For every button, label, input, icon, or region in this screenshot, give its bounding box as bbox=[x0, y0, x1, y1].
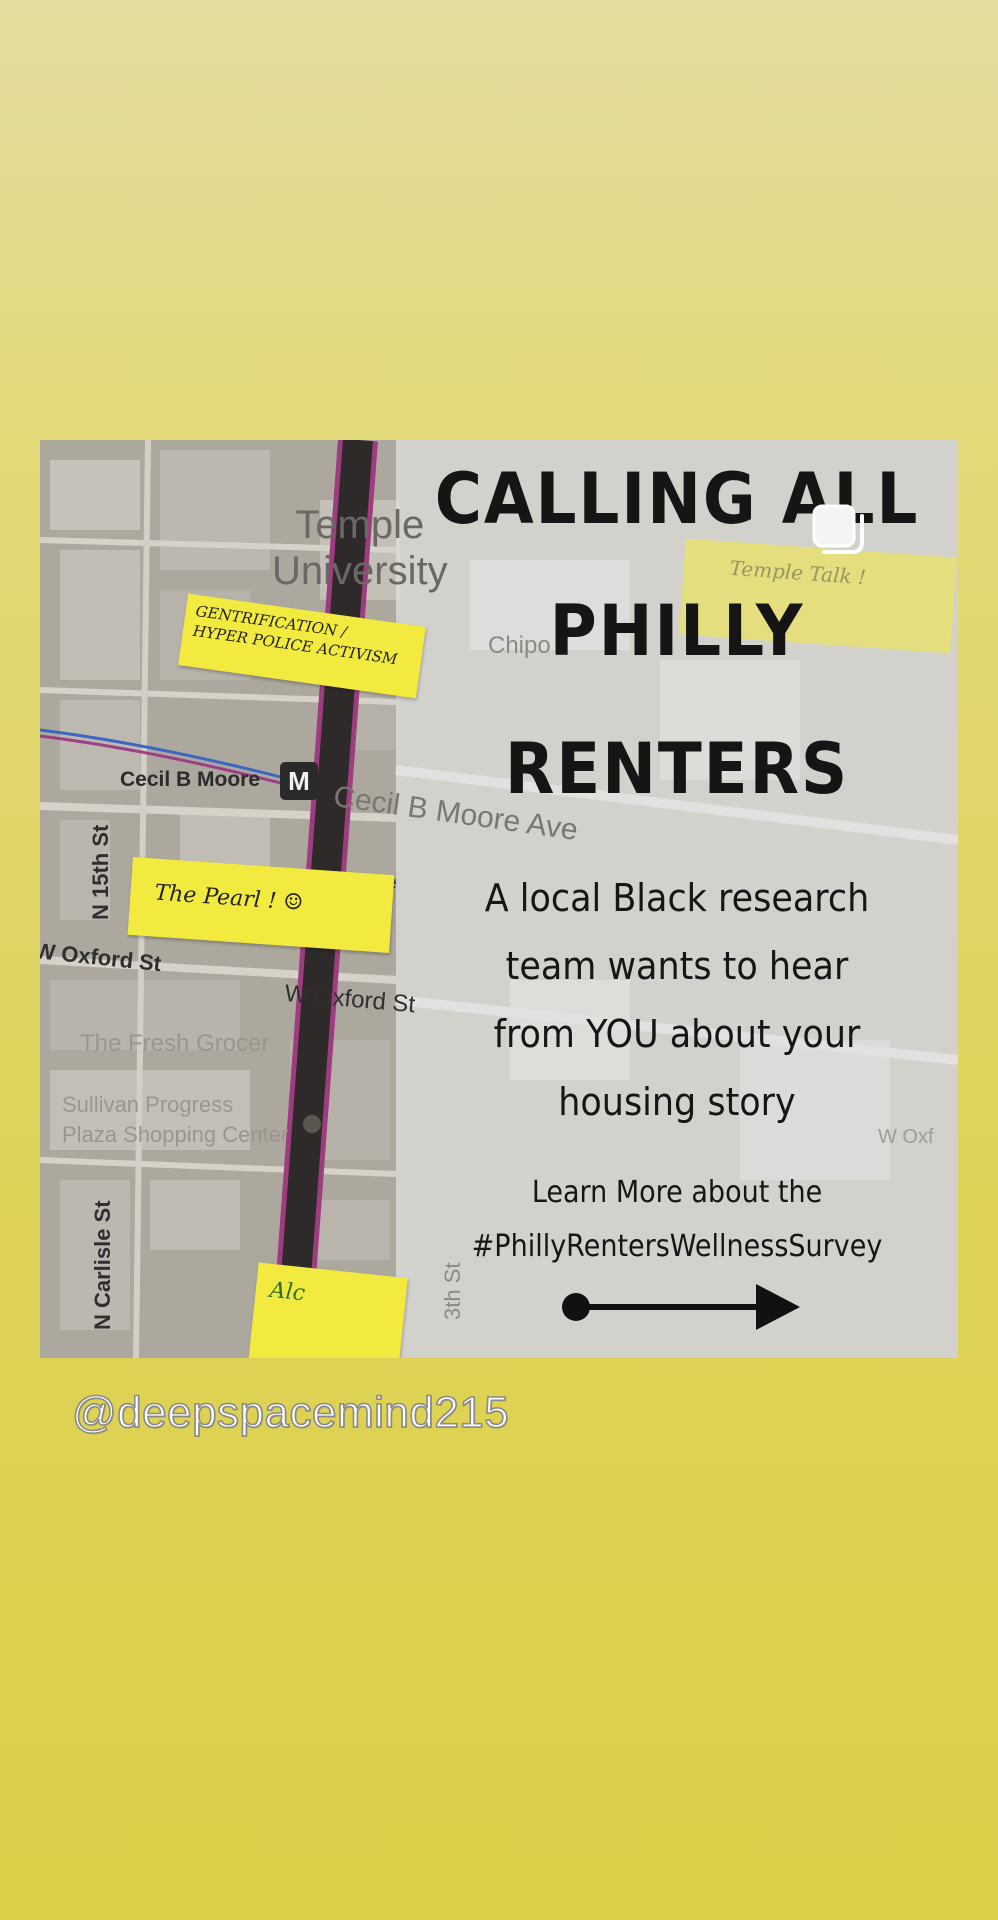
right-arrow-icon bbox=[562, 1284, 800, 1330]
post-card: Temple University Chipo Cecil B Moore M … bbox=[40, 440, 958, 1358]
body-line-1: A local Black research bbox=[484, 876, 870, 920]
sticker-icon[interactable] bbox=[810, 502, 866, 558]
map-label-fresh-grocer: The Fresh Grocer bbox=[80, 1030, 270, 1057]
survey-hashtag[interactable]: #PhillyRentersWellnessSurvey bbox=[424, 1220, 930, 1274]
mention-sticker-handle[interactable]: @deepspacemind215 bbox=[71, 1387, 509, 1438]
headline-line-2: PHILLY bbox=[549, 590, 805, 672]
body-copy: A local Black research team wants to hea… bbox=[418, 864, 935, 1136]
sticky-note-alc: Alc bbox=[246, 1262, 408, 1358]
story-frame: Temple University Chipo Cecil B Moore M … bbox=[0, 0, 998, 1920]
map-label-n-15th-st: N 15th St bbox=[88, 824, 113, 920]
metro-icon: M bbox=[280, 762, 318, 800]
map-label-sullivan-progress: Sullivan Progress Plaza Shopping Center bbox=[62, 1092, 289, 1147]
map-label-n-carlisle-st: N Carlisle St bbox=[90, 1200, 115, 1330]
body-line-4: housing story bbox=[558, 1080, 796, 1124]
body-line-2: team wants to hear bbox=[505, 944, 849, 988]
map-label-cecil-b-moore: Cecil B Moore bbox=[120, 768, 261, 791]
learn-more-text: Learn More about the #PhillyRentersWelln… bbox=[424, 1166, 930, 1274]
learn-more-line-1: Learn More about the bbox=[531, 1175, 823, 1210]
body-line-3: from YOU about your bbox=[493, 1012, 861, 1056]
headline-line-3: RENTERS bbox=[504, 728, 850, 810]
